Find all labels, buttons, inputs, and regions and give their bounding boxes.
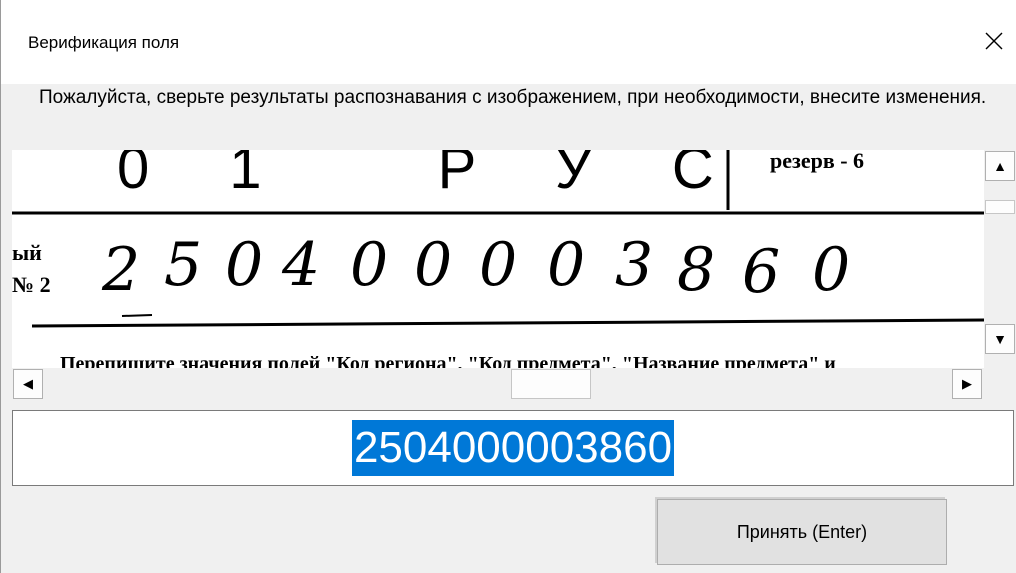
hw-digit: 0 [479,230,517,300]
result-value[interactable]: 2504000003860 [351,420,675,476]
scan-label-2: № 2 [12,272,51,297]
hw-digit: 0 [414,230,452,300]
hw-digit: 2 [101,235,140,305]
scan-canvas: 01 РУС резерв - 6 ый № 2 2 5 0 4 0 0 0 0 [12,150,984,368]
hw-digit: 4 [281,230,320,300]
scan-top-right: резерв - 6 [770,150,864,173]
image-viewer[interactable]: 01 РУС резерв - 6 ый № 2 2 5 0 4 0 0 0 0 [12,150,1016,400]
horizontal-scrollbar[interactable]: ◀ ▶ [12,368,984,400]
title-bar: Верификация поля [1,0,1016,84]
arrow-up-icon: ▲ [993,158,1007,174]
hw-digit: 0 [547,230,585,300]
arrow-down-icon: ▼ [993,331,1007,347]
scroll-down-button[interactable]: ▼ [985,324,1015,354]
scroll-left-button[interactable]: ◀ [13,369,43,399]
scroll-up-button[interactable]: ▲ [985,151,1015,181]
scroll-right-button[interactable]: ▶ [952,369,982,399]
hw-digit: 6 [742,237,780,307]
scan-top-row: 01 РУС [117,150,794,201]
arrow-left-icon: ◀ [23,376,33,391]
hw-digit: 5 [164,230,202,300]
horizontal-scroll-thumb[interactable] [511,369,591,399]
hw-digit: 0 [812,235,850,305]
instruction-text: Пожалуйста, сверьте результаты распознав… [39,87,987,108]
vertical-scrollbar[interactable]: ▲ ▼ [984,150,1016,368]
verification-dialog: Верификация поля Пожалуйста, сверьте рез… [0,0,1016,573]
arrow-right-icon: ▶ [962,376,972,391]
scanned-field-image: 01 РУС резерв - 6 ый № 2 2 5 0 4 0 0 0 0 [12,150,984,368]
handwritten-digits: 2 5 0 4 0 0 0 0 3 8 6 0 [101,230,850,307]
window-title: Верификация поля [28,33,180,52]
hw-digit: 3 [615,230,653,300]
scan-bottom-text: Перепишите значения полей "Код региона",… [60,353,836,368]
scrollbar-corner [984,368,1016,400]
hw-digit: 0 [225,230,263,300]
scan-line-bottom [31,318,984,328]
close-button[interactable] [971,16,1016,66]
hw-digit: 8 [677,235,715,305]
accept-button[interactable]: Принять (Enter) [657,499,947,565]
scan-mark [121,314,153,317]
scan-label-1: ый [12,240,42,265]
vertical-scroll-thumb[interactable] [985,200,1015,214]
recognition-result-input[interactable]: 2504000003860 [12,410,1014,486]
hw-digit: 0 [350,230,388,300]
close-icon [985,32,1003,50]
